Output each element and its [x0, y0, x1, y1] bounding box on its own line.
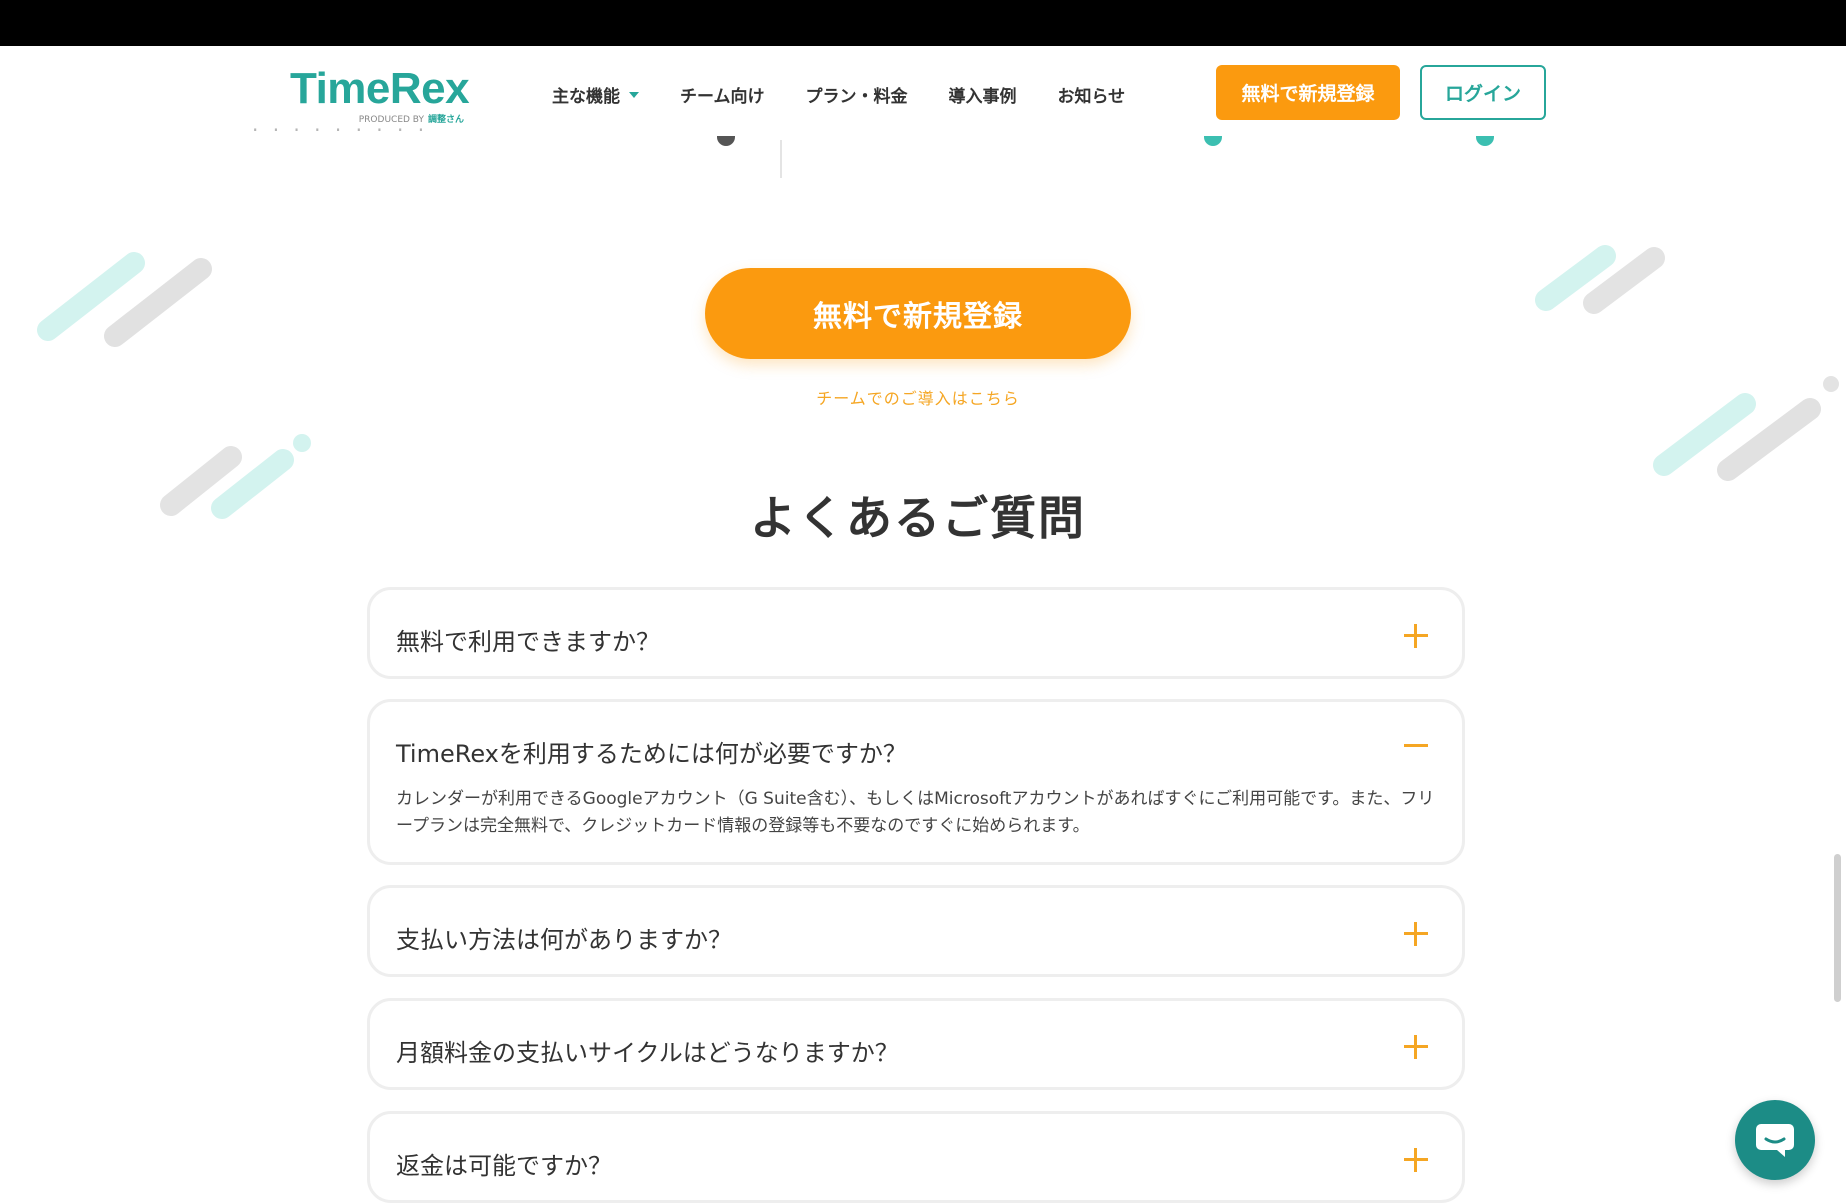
previous-section-divider	[780, 140, 782, 178]
faq-item[interactable]: 返金は可能ですか？	[367, 1111, 1465, 1203]
faq-question: TimeRexを利用するためには何が必要ですか？	[396, 740, 907, 768]
logo-wordmark: TimeRex	[290, 64, 470, 113]
logo-produced-by: PRODUCED BY 調整さん	[358, 115, 464, 125]
header-signup-button[interactable]: 無料で新規登録	[1216, 65, 1400, 120]
faq-question: 無料で利用できますか？	[396, 628, 660, 656]
faq-question: 返金は可能ですか？	[396, 1152, 612, 1180]
main-signup-button[interactable]: 無料で新規登録	[705, 268, 1131, 359]
faq-item[interactable]: 無料で利用できますか？	[367, 587, 1465, 679]
previous-section-dot	[1476, 136, 1494, 146]
caret-down-icon	[629, 91, 639, 98]
plus-icon[interactable]	[1404, 1035, 1428, 1059]
team-introduction-link[interactable]: チームでのご導入はこちら	[0, 385, 1836, 409]
faq-question: 支払い方法は何がありますか？	[396, 926, 732, 954]
faq-item-expanded[interactable]: TimeRexを利用するためには何が必要ですか？ カレンダーが利用できるGoog…	[367, 699, 1465, 865]
faq-answer: カレンダーが利用できるGoogleアカウント（G Suite含む）、もしくはMi…	[396, 789, 1435, 836]
main-nav: 主な機能 チーム向け プラン・料金 導入事例 お知らせ	[552, 82, 1166, 107]
page-scrollbar[interactable]	[1834, 854, 1841, 1002]
browser-top-bar	[0, 0, 1846, 46]
nav-item-teams[interactable]: チーム向け	[680, 82, 765, 107]
faq-item[interactable]: 支払い方法は何がありますか？	[367, 885, 1465, 977]
nav-item-case-studies[interactable]: 導入事例	[949, 82, 1017, 107]
nav-item-pricing[interactable]: プラン・料金	[806, 82, 908, 107]
plus-icon[interactable]	[1404, 624, 1428, 648]
faq-item[interactable]: 月額料金の支払いサイクルはどうなりますか？	[367, 998, 1465, 1090]
nav-item-features[interactable]: 主な機能	[552, 82, 639, 107]
nav-item-news[interactable]: お知らせ	[1058, 82, 1126, 107]
previous-section-dot	[717, 136, 735, 146]
minus-icon[interactable]	[1404, 734, 1428, 758]
faq-question: 月額料金の支払いサイクルはどうなりますか？	[396, 1039, 899, 1067]
chat-bubble-icon	[1756, 1124, 1794, 1157]
previous-section-remnant: · · · · · · · · ·	[252, 125, 429, 141]
timerex-logo[interactable]: TimeRex PRODUCED BY 調整さん	[290, 64, 480, 125]
previous-section-dot	[1204, 136, 1222, 146]
faq-title: よくあるご質問	[750, 491, 1086, 545]
chat-widget-button[interactable]	[1735, 1100, 1815, 1180]
plus-icon[interactable]	[1404, 922, 1428, 946]
header-login-button[interactable]: ログイン	[1420, 65, 1546, 120]
plus-icon[interactable]	[1404, 1148, 1428, 1172]
